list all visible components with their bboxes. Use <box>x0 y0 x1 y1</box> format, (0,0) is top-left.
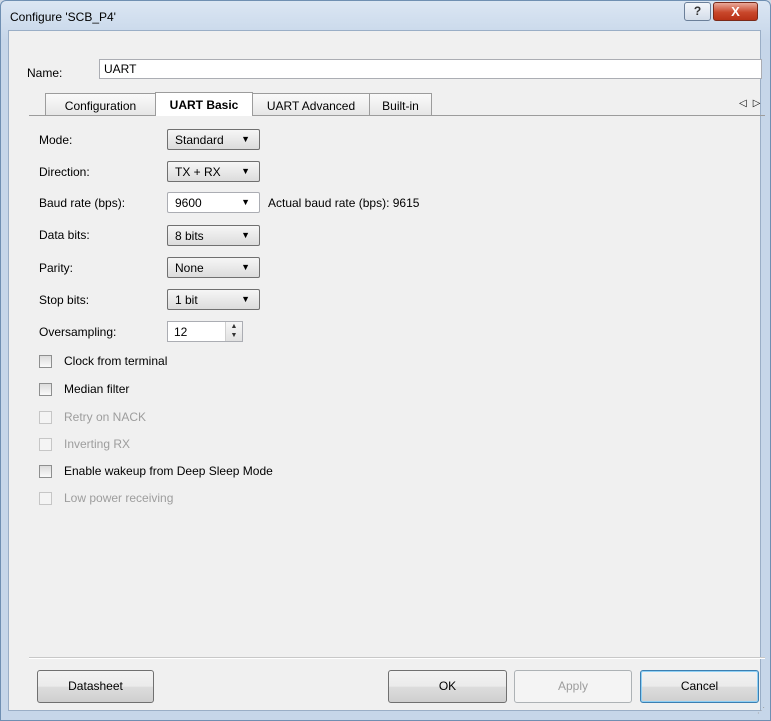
stepper-buttons[interactable]: ▲ ▼ <box>225 322 242 341</box>
checkbox-enable-wakeup[interactable] <box>39 465 52 478</box>
direction-dropdown[interactable]: TX + RX ▼ <box>167 161 260 182</box>
direction-value: TX + RX <box>175 165 221 179</box>
checkbox-retry-on-nack <box>39 411 52 424</box>
button-row-divider <box>29 657 765 659</box>
chevron-down-icon[interactable]: ▼ <box>241 197 250 207</box>
checkbox-median-filter[interactable] <box>39 383 52 396</box>
checkbox-label-enable-wakeup[interactable]: Enable wakeup from Deep Sleep Mode <box>64 464 273 478</box>
checkbox-clock-from-terminal[interactable] <box>39 355 52 368</box>
checkbox-label-low-power-receiving: Low power receiving <box>64 491 174 505</box>
tab-uart-basic[interactable]: UART Basic <box>155 92 253 116</box>
chevron-down-icon: ▼ <box>241 134 250 144</box>
name-input[interactable]: UART <box>99 59 762 79</box>
close-button[interactable]: X <box>713 2 758 21</box>
ok-button[interactable]: OK <box>388 670 507 703</box>
stop-bits-value: 1 bit <box>175 293 198 307</box>
data-bits-label: Data bits: <box>39 228 90 242</box>
chevron-down-icon: ▼ <box>241 230 250 240</box>
checkbox-low-power-receiving <box>39 492 52 505</box>
tab-built-in[interactable]: Built-in <box>369 93 432 115</box>
checkbox-label-median-filter[interactable]: Median filter <box>64 382 129 396</box>
checkbox-label-retry-on-nack: Retry on NACK <box>64 410 147 424</box>
stepper-down-icon[interactable]: ▼ <box>226 331 242 340</box>
resize-grip-icon[interactable]: ⋰ <box>757 706 765 715</box>
tab-configuration[interactable]: Configuration <box>45 93 156 115</box>
name-label: Name: <box>27 66 63 80</box>
data-bits-value: 8 bits <box>175 229 204 243</box>
apply-button: Apply <box>514 670 632 703</box>
stepper-up-icon[interactable]: ▲ <box>226 322 242 331</box>
tab-scroll-right-icon[interactable]: ▷ <box>753 98 767 109</box>
mode-dropdown[interactable]: Standard ▼ <box>167 129 260 150</box>
datasheet-button[interactable]: Datasheet <box>37 670 154 703</box>
oversampling-label: Oversampling: <box>39 325 117 339</box>
stop-bits-label: Stop bits: <box>39 293 90 307</box>
mode-label: Mode: <box>39 133 73 147</box>
baud-rate-label: Baud rate (bps): <box>39 196 126 210</box>
chevron-down-icon: ▼ <box>241 294 250 304</box>
chevron-down-icon: ▼ <box>241 262 250 272</box>
oversampling-value[interactable]: 12 <box>174 325 187 339</box>
direction-label: Direction: <box>39 165 90 179</box>
tab-uart-advanced[interactable]: UART Advanced <box>252 93 370 115</box>
parity-label: Parity: <box>39 261 74 275</box>
tab-scroll-arrows[interactable]: ◁▷ <box>739 98 766 109</box>
checkbox-label-inverting-rx: Inverting RX <box>64 437 131 451</box>
stop-bits-dropdown[interactable]: 1 bit ▼ <box>167 289 260 310</box>
oversampling-stepper[interactable]: 12 ▲ ▼ <box>167 321 243 342</box>
parity-value: None <box>175 261 204 275</box>
chevron-down-icon: ▼ <box>241 166 250 176</box>
tab-scroll-left-icon[interactable]: ◁ <box>739 98 753 109</box>
baud-rate-combobox[interactable]: 9600 ▼ <box>167 192 260 213</box>
checkbox-inverting-rx <box>39 438 52 451</box>
cancel-button[interactable]: Cancel <box>640 670 759 703</box>
parity-dropdown[interactable]: None ▼ <box>167 257 260 278</box>
data-bits-dropdown[interactable]: 8 bits ▼ <box>167 225 260 246</box>
mode-value: Standard <box>175 133 224 147</box>
help-button[interactable]: ? <box>684 2 711 21</box>
window-title: Configure 'SCB_P4' <box>10 10 116 24</box>
baud-rate-value[interactable]: 9600 <box>175 196 202 210</box>
actual-baud-rate: Actual baud rate (bps): 9615 <box>268 196 420 210</box>
title-bar[interactable]: Configure 'SCB_P4' ? X <box>1 1 770 31</box>
checkbox-label-clock-from-terminal[interactable]: Clock from terminal <box>64 354 167 368</box>
